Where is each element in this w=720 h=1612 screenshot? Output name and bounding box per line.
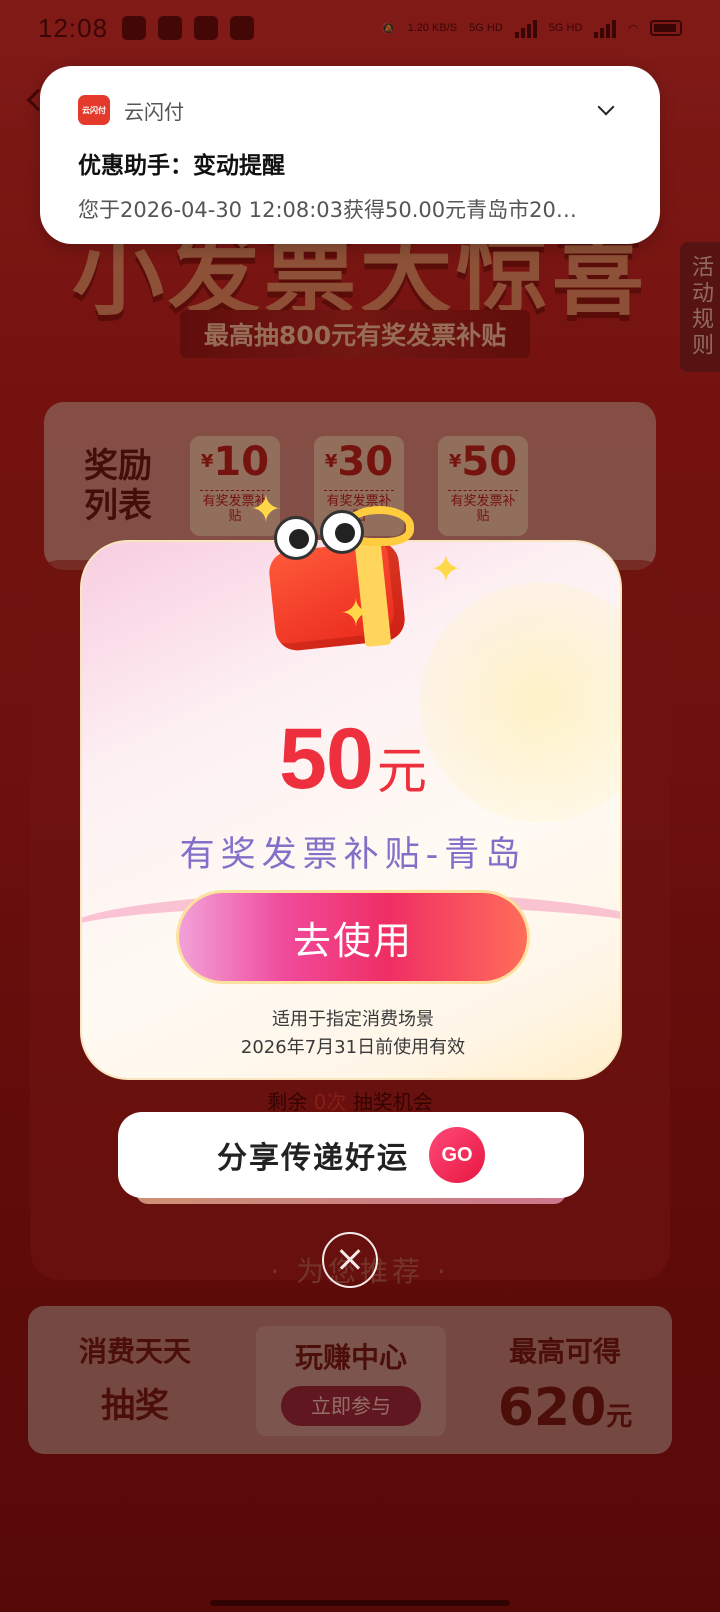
sparkle-icon: ✦ [340,591,372,635]
share-label: 分享传递好运 [217,1141,409,1176]
chevron-down-icon[interactable] [597,98,615,116]
sparkle-icon: ✦ [430,547,462,591]
app-logo-icon: 云闪付 [78,95,110,125]
sparkle-icon: ✦ [250,487,282,531]
use-now-button[interactable]: 去使用 [176,890,530,984]
close-icon[interactable] [322,1232,378,1288]
share-luck-button[interactable]: 分享传递好运 GO [118,1112,584,1198]
notification-banner[interactable]: 云闪付 云闪付 优惠助手：变动提醒 您于2026-04-30 12:08:03获… [40,66,660,244]
notification-title: 优惠助手：变动提醒 [78,153,285,179]
coupon-terms: 适用于指定消费场景 2026年7月31日前使用有效 [240,1009,466,1058]
reward-amount: 50元 [279,711,427,807]
go-button[interactable]: GO [429,1127,485,1183]
coupon-name: 有奖发票补贴-青岛 [179,835,527,875]
gift-mascot-icon: ✦ ✦ ✦ [250,486,462,656]
notification-app-name: 云闪付 [124,99,184,124]
notification-body: 您于2026-04-30 12:08:03获得50.00元青岛市20… [78,198,577,222]
